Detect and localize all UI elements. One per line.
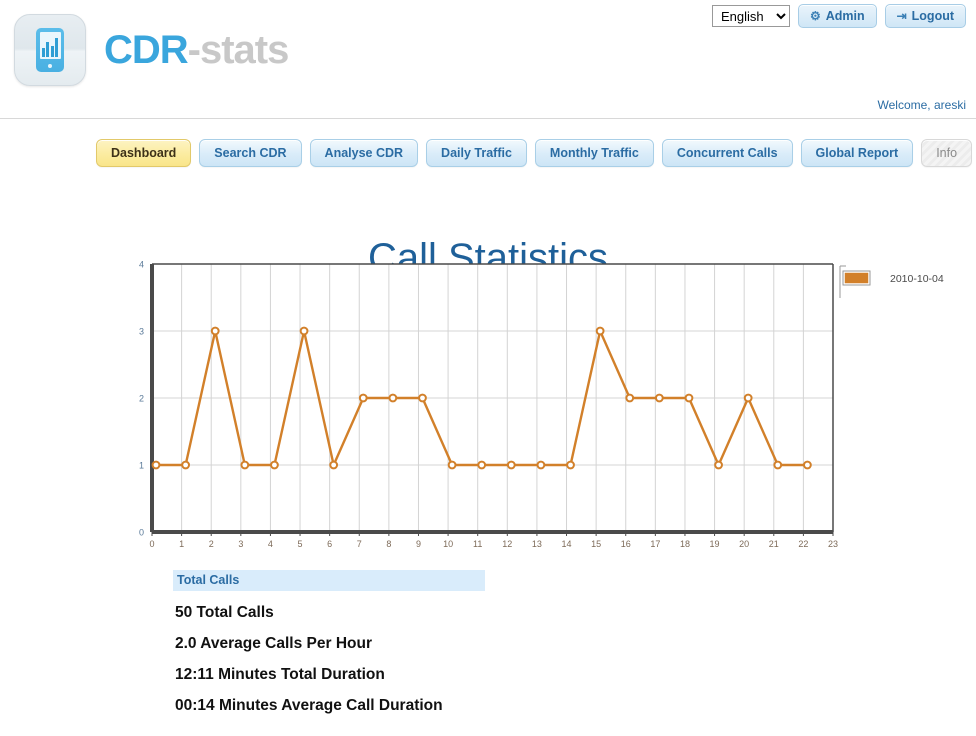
admin-button-label: Admin <box>825 9 865 23</box>
svg-text:15: 15 <box>591 539 601 549</box>
logout-button-label: Logout <box>911 9 954 23</box>
site-header: CDR-stats <box>14 14 290 86</box>
svg-text:0: 0 <box>139 528 144 538</box>
svg-text:2: 2 <box>139 394 144 404</box>
chart-x-axis-labels: 0 1 2 3 4 5 6 7 8 9 10 11 12 13 14 15 16 17 18 19 20 21 22 23 <box>149 532 838 549</box>
admin-button[interactable]: ⚙ Admin <box>797 4 877 28</box>
tab-monthly-traffic[interactable]: Monthly Traffic <box>534 139 654 167</box>
svg-text:0: 0 <box>149 539 154 549</box>
language-select[interactable]: EnglishFrenchSpanish <box>711 5 790 27</box>
svg-text:2010-10-04: 2010-10-04 <box>890 273 944 285</box>
svg-text:1: 1 <box>179 539 184 549</box>
svg-text:3: 3 <box>238 539 243 549</box>
svg-text:21: 21 <box>769 539 779 549</box>
tab-daily-traffic[interactable]: Daily Traffic <box>426 139 527 167</box>
svg-text:3: 3 <box>139 327 144 337</box>
svg-text:6: 6 <box>327 539 332 549</box>
statistic-row: 00:14 Minutes Average Call Duration <box>175 697 443 714</box>
statistics-section-title: Total Calls <box>173 570 485 591</box>
svg-text:5: 5 <box>298 539 303 549</box>
svg-text:10: 10 <box>443 539 453 549</box>
svg-text:12: 12 <box>502 539 512 549</box>
svg-text:19: 19 <box>710 539 720 549</box>
brand-secondary: -stats <box>187 28 290 72</box>
svg-text:17: 17 <box>650 539 660 549</box>
svg-text:20: 20 <box>739 539 749 549</box>
svg-text:8: 8 <box>386 539 391 549</box>
phone-home-dot <box>48 64 52 68</box>
logo[interactable] <box>14 14 86 86</box>
tab-info[interactable]: Info <box>921 139 973 167</box>
welcome-message: Welcome, areski <box>877 98 966 112</box>
svg-text:14: 14 <box>562 539 572 549</box>
brand-primary: CDR <box>104 28 189 72</box>
svg-text:4: 4 <box>139 260 144 270</box>
svg-text:4: 4 <box>268 539 273 549</box>
phone-barchart-icon <box>36 28 64 72</box>
call-statistics-chart: 01234 0 1 2 3 4 5 6 7 8 9 10 11 12 13 14 15 16 17 18 19 20 21… <box>0 255 976 555</box>
tab-search-cdr[interactable]: Search CDR <box>199 139 302 167</box>
barchart-glyph <box>39 32 61 59</box>
svg-text:23: 23 <box>828 539 838 549</box>
chart-y-axis-labels: 0 1 2 3 4 <box>139 260 144 538</box>
statistic-row: 50 Total Calls <box>175 604 274 621</box>
statistic-row: 2.0 Average Calls Per Hour <box>175 635 372 652</box>
svg-text:7: 7 <box>357 539 362 549</box>
svg-text:16: 16 <box>621 539 631 549</box>
tab-dashboard[interactable]: Dashboard <box>96 139 192 167</box>
header-divider <box>0 118 976 119</box>
main-nav: Dashboard Search CDR Analyse CDR Daily Traf… <box>96 139 973 167</box>
tab-global-report[interactable]: Global Report <box>800 139 914 167</box>
svg-text:13: 13 <box>532 539 542 549</box>
gear-icon: ⚙ <box>809 9 821 23</box>
statistic-row: 12:11 Minutes Total Duration <box>175 666 385 683</box>
chart-legend: 2010-10-04 <box>839 265 944 298</box>
brand-title: CDR-stats <box>104 28 290 72</box>
tab-analyse-cdr[interactable]: Analyse CDR <box>309 139 419 167</box>
top-bar-actions: EnglishFrenchSpanish ⚙ Admin ⇥ Logout <box>711 4 966 28</box>
statistics-rows: 50 Total Calls 2.0 Average Calls Per Hour… <box>173 604 793 715</box>
statistics-panel: Total Calls 50 Total Calls 2.0 Average Ca… <box>173 570 793 715</box>
svg-text:22: 22 <box>798 539 808 549</box>
svg-text:11: 11 <box>473 539 482 549</box>
svg-text:2: 2 <box>209 539 214 549</box>
svg-text:18: 18 <box>680 539 690 549</box>
logout-button[interactable]: ⇥ Logout <box>884 4 966 28</box>
svg-text:9: 9 <box>416 539 421 549</box>
logout-icon: ⇥ <box>896 9 907 23</box>
tab-concurrent-calls[interactable]: Concurrent Calls <box>661 139 793 167</box>
chart-gridlines <box>152 264 833 532</box>
chart-svg: 01234 0 1 2 3 4 5 6 7 8 9 10 11 12 13 14 15 16 17 18 19 20 21… <box>139 260 944 550</box>
svg-text:1: 1 <box>139 461 144 471</box>
